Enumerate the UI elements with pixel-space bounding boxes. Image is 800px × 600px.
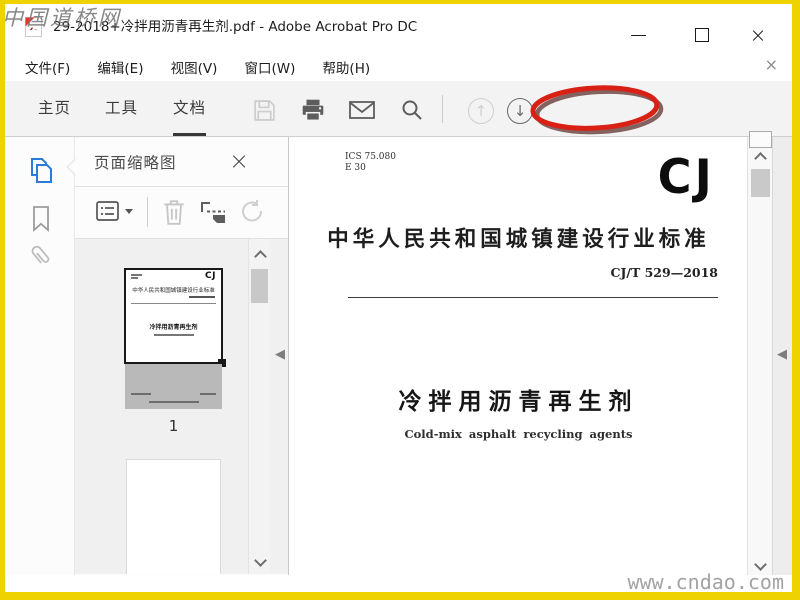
page-thumbnails-rail-button[interactable] <box>26 155 56 185</box>
options-list-icon <box>96 201 119 221</box>
save-button[interactable] <box>248 95 280 125</box>
document-page[interactable]: ICS 75.080 E 30 CJ 中华人民共和国城镇建设行业标准 CJ/T … <box>290 137 747 575</box>
attachments-rail-button[interactable] <box>26 241 56 271</box>
scroll-up-button[interactable] <box>249 247 271 265</box>
save-icon <box>253 99 275 121</box>
search-button[interactable] <box>396 95 428 125</box>
heading-rule <box>348 297 718 298</box>
watermark-top-left: 中国道桥网 <box>2 6 122 30</box>
thumbnail-list: CJ 中华人民共和国城镇建设行业标准 冷拌用沥青再生剂 1 <box>75 239 289 574</box>
bookmarks-rail-button[interactable] <box>26 203 56 233</box>
menu-window[interactable]: 窗口(W) <box>233 50 306 77</box>
thumbnail-page-2[interactable] <box>126 459 221 574</box>
standard-heading: 中华人民共和国城镇建设行业标准 <box>327 227 710 252</box>
thumbnail-scrollbar[interactable] <box>248 239 270 574</box>
menu-view[interactable]: 视图(V) <box>160 50 229 77</box>
ics-codes: ICS 75.080 E 30 <box>345 152 396 174</box>
cj-logo: CJ <box>657 149 715 205</box>
maximize-button[interactable] <box>686 22 718 48</box>
document-scrollbar[interactable] <box>747 137 772 575</box>
menu-bar: 文件(F) 编辑(E) 视图(V) 窗口(W) 帮助(H) × <box>5 50 792 81</box>
extract-pages-button[interactable] <box>199 198 231 226</box>
next-page-button[interactable]: ↓ <box>504 96 536 126</box>
chevron-up-icon <box>253 249 267 263</box>
close-button[interactable]: × <box>742 22 774 48</box>
previous-page-button[interactable]: ↑ <box>465 96 497 126</box>
email-icon <box>349 101 375 119</box>
standard-number: CJ/T 529—2018 <box>610 265 718 280</box>
title-bar: 29-2018+冷拌用沥青再生剂.pdf - Adobe Acrobat Pro… <box>5 4 792 50</box>
extract-pages-icon <box>201 202 225 223</box>
panel-toolbar-separator <box>147 197 148 227</box>
chevron-down-icon <box>754 557 767 571</box>
trash-icon <box>164 200 184 225</box>
mini-divider <box>131 303 216 304</box>
menu-file[interactable]: 文件(F) <box>14 50 81 77</box>
panel-header: 页面缩略图 × <box>75 137 289 187</box>
page-thumbnails-icon <box>31 157 52 183</box>
collapse-right-panel-button[interactable]: ◀ <box>774 344 790 364</box>
print-icon <box>302 99 324 122</box>
toolbar-separator <box>442 95 443 123</box>
chevron-down-icon <box>125 208 133 214</box>
paperclip-icon <box>31 245 50 264</box>
scroll-up-button[interactable] <box>748 149 773 167</box>
mini-standard-number-line <box>189 296 215 298</box>
tab-home[interactable]: 主页 <box>38 81 71 136</box>
close-icon: × <box>228 147 250 175</box>
scrollbar-thumb[interactable] <box>251 269 268 303</box>
thumbnail-options-button[interactable] <box>95 199 133 223</box>
menubar-close-icon[interactable]: × <box>765 57 778 73</box>
panel-close-button[interactable]: × <box>225 147 253 175</box>
panel-divider[interactable] <box>288 137 289 575</box>
bookmark-icon <box>33 205 49 232</box>
thumbnail-page-1-offscreen[interactable] <box>125 364 222 409</box>
arrow-up-icon: ↑ <box>468 98 494 124</box>
close-icon: × <box>749 23 767 47</box>
page-1-label: 1 <box>168 417 179 435</box>
menu-help[interactable]: 帮助(H) <box>311 50 381 77</box>
watermark-bottom-right: www.cndao.com <box>627 570 784 594</box>
panel-title: 页面缩略图 <box>94 154 177 172</box>
toolbar: 主页 工具 文档 ↑ ↓ / 15 登录 <box>5 81 792 205</box>
mini-heading: 中华人民共和国城镇建设行业标准 <box>132 288 215 294</box>
search-icon <box>402 100 422 120</box>
navigation-rail <box>5 137 75 575</box>
mini-subtitle-line <box>154 334 194 336</box>
mini-cj-logo: CJ <box>205 271 216 281</box>
page-thumbnails-panel: 页面缩略图 × CJ 中华人民共和国城镇建设行业标准 冷拌用沥青再生剂 1 <box>75 137 289 575</box>
email-button[interactable] <box>346 95 378 125</box>
tab-document[interactable]: 文档 <box>173 81 207 136</box>
menu-edit[interactable]: 编辑(E) <box>86 50 154 77</box>
scrollbar-thumb[interactable] <box>751 169 770 197</box>
maximize-icon <box>695 28 709 42</box>
collapse-panel-button[interactable]: ◀ <box>272 344 288 364</box>
document-title-en: Cold-mix asphalt recycling agents <box>404 427 633 441</box>
rotate-ccw-icon <box>242 200 263 222</box>
chevron-up-icon <box>754 151 767 165</box>
tab-tools[interactable]: 工具 <box>105 81 138 136</box>
minimize-icon <box>630 34 646 36</box>
thumbnail-page-1[interactable]: CJ 中华人民共和国城镇建设行业标准 冷拌用沥青再生剂 <box>124 268 226 367</box>
rotate-pages-button[interactable] <box>241 200 263 224</box>
mini-ics-lines <box>131 274 142 280</box>
scroll-down-button[interactable] <box>249 551 271 569</box>
mini-title: 冷拌用沥青再生剂 <box>149 324 198 331</box>
minimize-button[interactable] <box>622 22 654 48</box>
panel-toolbar <box>75 187 289 239</box>
arrow-down-icon: ↓ <box>507 98 533 124</box>
print-button[interactable] <box>297 95 329 125</box>
delete-pages-button[interactable] <box>161 198 187 226</box>
chevron-down-icon <box>253 553 267 567</box>
scrollbar-corner-button[interactable] <box>749 131 772 148</box>
document-title-cn: 冷拌用沥青再生剂 <box>398 389 639 415</box>
